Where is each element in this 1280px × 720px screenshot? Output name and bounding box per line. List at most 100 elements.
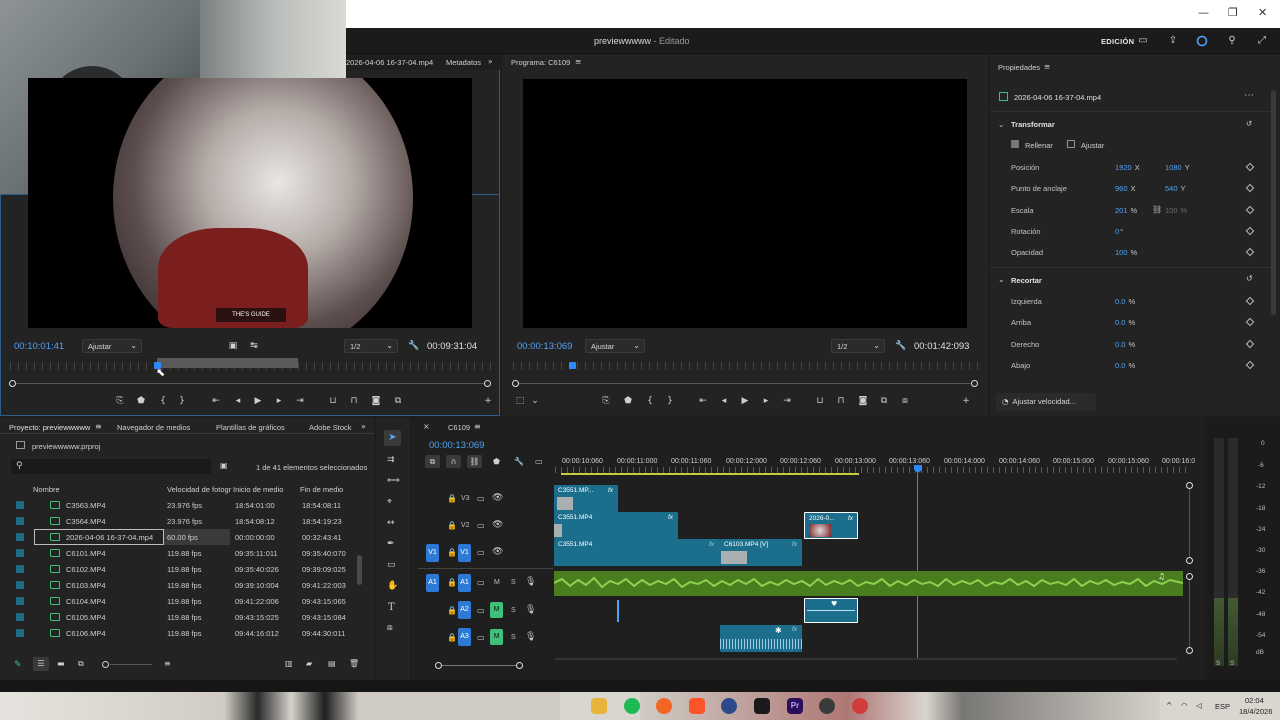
linked-selection-icon[interactable]: ⛓ [467, 455, 482, 468]
export-frame-icon[interactable]: ⎘ [114, 396, 126, 406]
source-video[interactable]: THE'S GUIDE [28, 78, 472, 328]
rotation-value[interactable]: 0 [1115, 227, 1119, 236]
fill-icon[interactable] [1011, 140, 1019, 148]
minimize-icon[interactable]: — [1198, 6, 1209, 19]
anchor-y-value[interactable]: 540 [1165, 184, 1178, 193]
mute-a3-active[interactable]: M [490, 629, 503, 645]
panel-layout-icon[interactable]: ▭ [1137, 35, 1149, 47]
sequence-tab[interactable]: C6109 [448, 423, 470, 432]
column-media-end[interactable]: Fin de medio [300, 485, 343, 494]
crop-right-value[interactable]: 0.0 [1115, 340, 1125, 349]
lock-icon[interactable]: 🔒 [447, 494, 457, 503]
menu-icon[interactable]: ≡ [95, 422, 102, 431]
source-zoom-handle-right[interactable] [484, 380, 491, 387]
microphone-icon[interactable]: 🎙 [525, 605, 536, 615]
sync-icon[interactable] [1196, 35, 1208, 47]
razor-icon[interactable]: ⌖ [387, 497, 392, 507]
column-name[interactable]: Nombre [33, 485, 60, 494]
adjust-speed-button[interactable]: ◔ Ajustar velocidad... [996, 393, 1096, 411]
add-marker-icon[interactable]: ⬟ [493, 457, 500, 466]
chevron-up-icon[interactable]: ^ [1166, 701, 1172, 710]
lock-icon[interactable]: 🔒 [447, 633, 457, 642]
extract-icon[interactable]: ⊓ [835, 396, 847, 406]
steam-icon[interactable] [819, 698, 835, 714]
rotation[interactable]: 0° [1115, 227, 1123, 236]
tab-project[interactable]: Proyecto: previewwwww [9, 423, 90, 432]
transform-icon[interactable]: ⧈ [387, 623, 393, 633]
program-fit-dropdown[interactable]: Ajustar ⌄ [585, 339, 645, 353]
camera-icon[interactable]: ◙ [857, 396, 869, 406]
program-zoom-handle-left[interactable] [512, 380, 519, 387]
track-a3-target[interactable]: A3 [458, 628, 471, 646]
anchor-y[interactable]: 540 Y [1165, 184, 1186, 193]
scroll-handle[interactable] [1186, 482, 1193, 489]
restore-icon[interactable]: ❐ [1228, 6, 1238, 19]
transform-section-title[interactable]: Transformar [1011, 120, 1055, 129]
eye-icon[interactable]: 👁 [492, 493, 503, 503]
solo-a1[interactable]: S [511, 579, 516, 586]
metadata-tab[interactable]: Metadatos [446, 58, 481, 67]
column-frame-rate[interactable]: Velocidad de fotogr [167, 485, 231, 494]
scroll-handle[interactable] [1186, 557, 1193, 564]
media-app-icon[interactable] [754, 698, 770, 714]
program-playhead[interactable] [569, 362, 576, 369]
timeline-zoom-bar[interactable] [440, 665, 520, 666]
program-tab[interactable]: Programa: C6109 [511, 58, 570, 67]
compare-icon[interactable]: ⧉ [392, 396, 404, 406]
menu-icon[interactable]: ≡ [1044, 62, 1050, 71]
source-tab[interactable]: 2026-04-06 16-37-04.mp4 [346, 58, 433, 67]
video-track-scrollbar[interactable] [1189, 485, 1190, 561]
position-y[interactable]: 1080 Y [1165, 163, 1190, 172]
eye-icon[interactable]: 👁 [492, 520, 503, 530]
wrench-icon[interactable]: 🔧 [895, 341, 907, 351]
chevron-down-icon[interactable]: ⌄ [998, 120, 1004, 129]
sync-lock-icon[interactable]: ▭ [477, 633, 485, 642]
volume-icon[interactable]: ◁ [1196, 701, 1202, 710]
menu-icon[interactable]: ≡ [575, 57, 581, 66]
clip-a2-small[interactable] [617, 600, 619, 622]
clip-a1-audio[interactable]: ♫ [553, 571, 1184, 596]
sync-lock-icon[interactable]: ▭ [477, 548, 485, 557]
language-indicator[interactable]: ESP [1215, 702, 1230, 711]
crop-left[interactable]: 0.0% [1115, 297, 1135, 306]
program-resolution-dropdown[interactable]: 1/2 ⌄ [831, 339, 885, 353]
hand-icon[interactable]: ✋ [387, 581, 398, 591]
close-icon[interactable]: ✕ [1258, 6, 1267, 19]
insert-edit-icon[interactable]: ↹ [248, 341, 260, 351]
mark-in-icon[interactable]: { [157, 396, 169, 406]
opacity-value[interactable]: 100 [1115, 248, 1128, 257]
list-item[interactable]: C6106.MP4 119.88 fps 09:44:16:012 09:44:30:… [10, 625, 364, 641]
spotify-icon[interactable] [624, 698, 640, 714]
source-fit-dropdown[interactable]: Ajustar ⌄ [82, 339, 142, 353]
list-item[interactable]: C6102.MP4 119.88 fps 09:35:40:026 09:39:09:… [10, 561, 364, 577]
add-button-icon[interactable]: + [482, 396, 494, 406]
scale[interactable]: 201% [1115, 206, 1137, 215]
program-zoom-handle-right[interactable] [971, 380, 978, 387]
tab-adobe-stock[interactable]: Adobe Stock [309, 423, 352, 432]
nest-icon[interactable]: ⧉ [425, 455, 440, 468]
captions-icon[interactable]: ▭ [535, 457, 543, 466]
close-icon[interactable]: × [423, 422, 430, 431]
crop-left-value[interactable]: 0.0 [1115, 297, 1125, 306]
clip-v2-c3551[interactable]: C3551.MP4 fx [554, 512, 678, 539]
zoom-slider-handle[interactable] [102, 661, 109, 668]
chevron-down-icon[interactable]: ⌄ [998, 275, 1005, 284]
fill-option[interactable]: Rellenar [1025, 141, 1053, 150]
more-panels-icon[interactable]: » [361, 422, 366, 431]
step-forward-icon[interactable]: ▸ [760, 396, 772, 406]
new-bin-icon[interactable]: ▰ [306, 659, 312, 668]
microphone-icon[interactable]: 🎙 [525, 577, 536, 587]
trash-icon[interactable]: 🗑 [349, 659, 359, 668]
fullscreen-icon[interactable]: ⤢ [1256, 35, 1268, 47]
go-to-out-icon[interactable]: ⇥ [781, 396, 793, 406]
properties-tab[interactable]: Propiedades [998, 63, 1040, 72]
source-patch-a1[interactable]: A1 [426, 574, 439, 592]
marker-icon[interactable]: ⬟ [622, 396, 634, 406]
overwrite-icon[interactable]: ⊓ [348, 396, 360, 406]
sync-lock-icon[interactable]: ▭ [477, 578, 485, 587]
camera-icon[interactable]: ◙ [370, 396, 382, 406]
mark-out-icon[interactable]: } [176, 396, 188, 406]
search-icon[interactable]: ⚲ [1226, 35, 1238, 47]
crop-section-title[interactable]: Recortar [1011, 276, 1042, 285]
track-a1-target[interactable]: A1 [458, 574, 471, 592]
